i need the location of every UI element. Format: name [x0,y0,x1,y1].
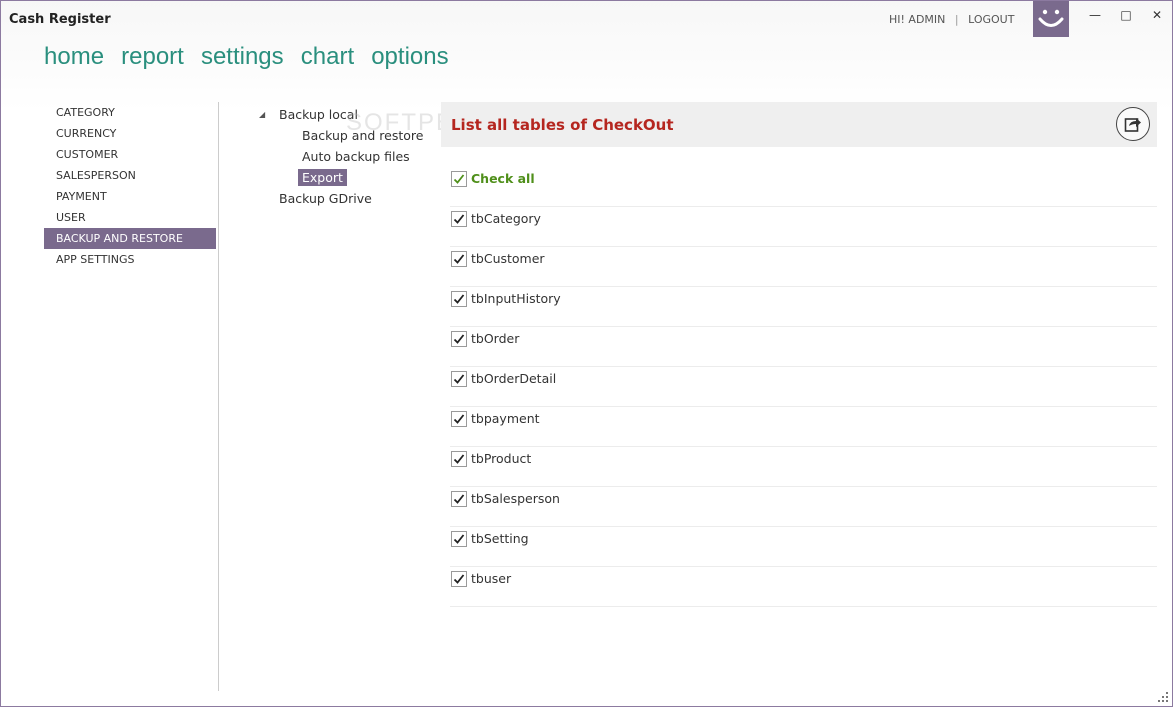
table-checklist: Check all tbCategory tbCustomer tbInputHist… [450,167,1157,607]
tree-node-auto-backup-files[interactable]: Auto backup files [259,146,439,167]
sidebar-item-backup-and-restore[interactable]: BACKUP AND RESTORE [44,228,216,249]
smiley-logo-icon [1033,1,1069,37]
tree-node-label: Auto backup files [302,149,410,164]
checkbox[interactable] [451,571,467,587]
checkbox[interactable] [451,211,467,227]
checkbox[interactable] [451,331,467,347]
table-row[interactable]: tbCategory [450,207,1157,247]
tree-node-label: Export [298,169,347,186]
table-name-label: tbCustomer [471,251,545,266]
sidebar-item-customer[interactable]: CUSTOMER [44,144,216,165]
sidebar-item-app-settings[interactable]: APP SETTINGS [44,249,216,270]
table-name-label: tbpayment [471,411,540,426]
checkbox[interactable] [451,171,467,187]
checkmark-icon [453,454,465,464]
checkmark-icon [453,214,465,224]
table-row[interactable]: tbOrder [450,327,1157,367]
table-name-label: tbOrderDetail [471,371,557,386]
checkmark-icon [453,294,465,304]
table-name-label: tbCategory [471,211,541,226]
resize-grip-icon[interactable] [1157,691,1169,703]
checkmark-icon [453,174,465,184]
nav-report[interactable]: report [121,43,184,70]
table-row[interactable]: tbSalesperson [450,487,1157,527]
checkmark-icon [453,374,465,384]
checkbox[interactable] [451,531,467,547]
tree-node-export[interactable]: Export [259,167,439,188]
checkbox[interactable] [451,291,467,307]
sidebar-item-category[interactable]: CATEGORY [44,102,216,123]
export-button[interactable] [1116,107,1150,141]
expand-arrow-icon[interactable]: ◢ [259,104,279,125]
export-icon [1124,118,1141,132]
tree-node-label: Backup local [279,107,358,122]
maximize-button[interactable]: □ [1114,5,1138,25]
user-separator: | [954,13,959,26]
checkmark-icon [453,494,465,504]
checkbox[interactable] [451,491,467,507]
tree-node-label: Backup and restore [302,128,424,143]
table-row[interactable]: tbProduct [450,447,1157,487]
nav-options[interactable]: options [371,43,448,70]
table-name-label: tbSalesperson [471,491,560,506]
table-name-label: tbOrder [471,331,520,346]
check-all-row[interactable]: Check all [450,167,1157,207]
nav-chart[interactable]: chart [301,43,354,70]
close-button[interactable]: ✕ [1145,5,1169,25]
checkmark-icon [453,574,465,584]
table-row[interactable]: tbCustomer [450,247,1157,287]
user-area: HI! ADMIN | LOGOUT [889,13,1014,26]
tree-node-backup-gdrive[interactable]: Backup GDrive [259,188,439,209]
panel-header: List all tables of CheckOut [441,102,1157,147]
checkbox[interactable] [451,371,467,387]
table-row[interactable]: tbSetting [450,527,1157,567]
table-row[interactable]: tbpayment [450,407,1157,447]
sidebar-item-currency[interactable]: CURRENCY [44,123,216,144]
minimize-button[interactable]: — [1083,5,1107,25]
sidebar-item-user[interactable]: USER [44,207,216,228]
tree-node-backup-local[interactable]: ◢ Backup local [259,104,439,125]
logout-link[interactable]: LOGOUT [968,13,1014,26]
checkmark-icon [453,334,465,344]
checkmark-icon [453,534,465,544]
checkmark-icon [453,414,465,424]
sidebar-item-salesperson[interactable]: SALESPERSON [44,165,216,186]
nav-home[interactable]: home [44,43,104,70]
tree-node-backup-and-restore[interactable]: Backup and restore [259,125,439,146]
table-row[interactable]: tbuser [450,567,1157,607]
table-name-label: tbSetting [471,531,529,546]
table-name-label: tbuser [471,571,512,586]
check-all-label: Check all [471,171,535,186]
table-row[interactable]: tbInputHistory [450,287,1157,327]
checkbox[interactable] [451,411,467,427]
app-title: Cash Register [9,12,111,27]
main-nav: home report settings chart options [44,43,461,71]
user-greeting: HI! ADMIN [889,13,946,26]
settings-sidebar: CATEGORY CURRENCY CUSTOMER SALESPERSON P… [44,102,216,270]
tree-node-label: Backup GDrive [279,191,372,206]
sidebar-divider [218,102,219,691]
checkbox[interactable] [451,451,467,467]
backup-tree: ◢ Backup local Backup and restore Auto ba… [259,104,439,209]
title-bar[interactable]: Cash Register HI! ADMIN | LOGOUT — □ ✕ [1,1,1172,41]
table-row[interactable]: tbOrderDetail [450,367,1157,407]
checkmark-icon [453,254,465,264]
table-name-label: tbInputHistory [471,291,561,306]
nav-settings[interactable]: settings [201,43,284,70]
app-window: Cash Register HI! ADMIN | LOGOUT — □ ✕ h… [0,0,1173,707]
checkbox[interactable] [451,251,467,267]
panel-title: List all tables of CheckOut [451,116,674,134]
table-name-label: tbProduct [471,451,532,466]
sidebar-item-payment[interactable]: PAYMENT [44,186,216,207]
